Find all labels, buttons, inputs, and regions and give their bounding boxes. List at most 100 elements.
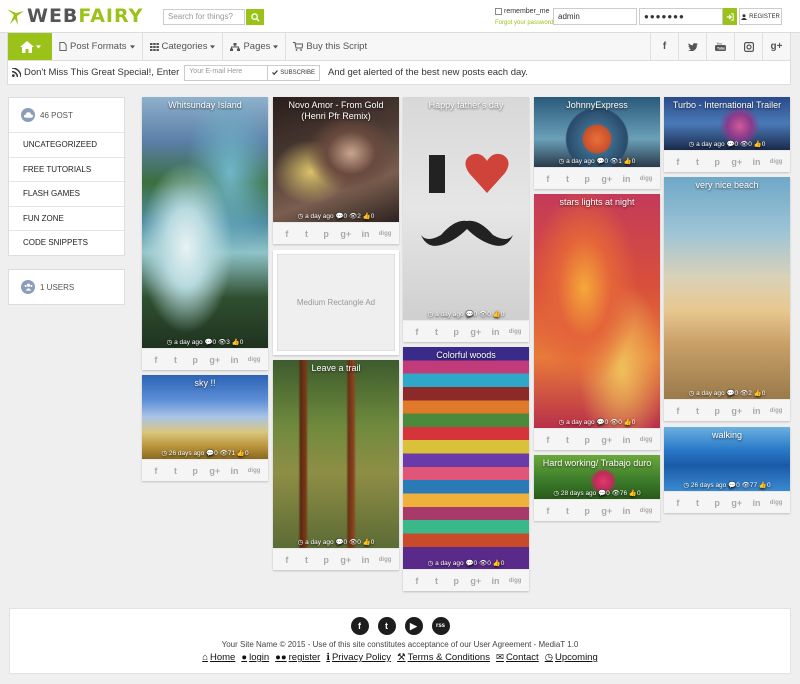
facebook-share-icon[interactable]: f [410,327,424,337]
nav-post-formats[interactable]: Post Formats [52,33,143,60]
nav-home-button[interactable] [8,33,52,60]
twitter-icon[interactable] [678,33,706,60]
forgot-password-link[interactable]: Forgot your password ? [495,20,558,26]
login-button[interactable] [723,8,737,25]
post-title[interactable]: stars lights at night [534,197,660,208]
post-card[interactable]: Hard working/ Trabajo duro ◷ 28 days ago… [534,455,660,521]
facebook-share-icon[interactable]: f [280,229,294,239]
pinterest-share-icon[interactable]: p [319,229,333,239]
footer-link-register[interactable]: ●● register [275,652,320,663]
rss-icon[interactable]: rss [431,617,450,635]
linkedin-share-icon[interactable]: in [749,406,763,416]
facebook-icon[interactable]: f [350,617,369,635]
digg-share-icon[interactable]: digg [508,578,522,584]
twitter-icon[interactable]: t [377,617,396,635]
post-card[interactable]: Leave a trail ◷ a day ago 💬0 👁0 👍0 f t p… [273,360,399,570]
search-button[interactable] [246,9,264,25]
post-thumbnail[interactable]: sky !! ◷ 26 days ago 💬0 👁71 👍0 [142,375,268,459]
footer-link-home[interactable]: ⌂ Home [202,652,235,663]
google-plus-share-icon[interactable]: g+ [339,555,353,565]
post-title[interactable]: Turbo - International Trailer [664,100,790,111]
facebook-share-icon[interactable]: f [671,498,685,508]
twitter-share-icon[interactable]: t [299,229,313,239]
linkedin-share-icon[interactable]: in [488,576,502,586]
google-plus-share-icon[interactable]: g+ [469,576,483,586]
post-thumbnail[interactable]: walking ◷ 26 days ago 💬0 👁77 👍0 [664,427,790,491]
linkedin-share-icon[interactable]: in [358,229,372,239]
twitter-share-icon[interactable]: t [690,498,704,508]
pinterest-share-icon[interactable]: p [319,555,333,565]
footer-link-contact[interactable]: ✉ Contact [496,652,539,663]
twitter-share-icon[interactable]: t [690,157,704,167]
google-plus-share-icon[interactable]: g+ [339,229,353,239]
facebook-share-icon[interactable]: f [671,157,685,167]
nav-categories[interactable]: Categories [143,33,224,60]
twitter-share-icon[interactable]: t [560,174,574,184]
google-plus-share-icon[interactable]: g+ [469,327,483,337]
post-card[interactable]: JohnnyExpress ◷ a day ago 💬0 👁1 👍0 f t p… [534,97,660,189]
pinterest-share-icon[interactable]: p [188,466,202,476]
digg-share-icon[interactable]: digg [247,468,261,474]
category-item[interactable]: UNCATEGORIZEED [9,132,124,157]
post-card[interactable]: very nice beach ◷ a day ago 💬0 👁2 👍0 f t… [664,177,790,421]
facebook-share-icon[interactable]: f [671,406,685,416]
post-thumbnail[interactable]: stars lights at night ◷ a day ago 💬0 👁0 … [534,194,660,428]
medium-rectangle-ad[interactable]: Medium Rectangle Ad [273,250,399,355]
linkedin-share-icon[interactable]: in [227,466,241,476]
digg-share-icon[interactable]: digg [769,408,783,414]
username-input[interactable]: admin [553,8,637,25]
post-title[interactable]: JohnnyExpress [534,100,660,111]
youtube-icon[interactable]: You Tube [706,33,734,60]
post-thumbnail[interactable]: Whitsunday Island ◷ a day ago 💬0 👁3 👍0 [142,97,268,348]
youtube-icon[interactable]: ▶ [404,617,423,635]
post-card[interactable]: Novo Amor - From Gold (Henri Pfr Remix) … [273,97,399,244]
post-card[interactable]: Whitsunday Island ◷ a day ago 💬0 👁3 👍0 f… [142,97,268,370]
twitter-share-icon[interactable]: t [560,435,574,445]
remember-me-checkbox[interactable]: remember_me [495,8,550,15]
post-thumbnail[interactable]: Turbo - International Trailer ◷ a day ag… [664,97,790,150]
facebook-share-icon[interactable]: f [541,435,555,445]
post-title[interactable]: Whitsunday Island [142,100,268,111]
facebook-share-icon[interactable]: f [410,576,424,586]
post-card[interactable]: Turbo - International Trailer ◷ a day ag… [664,97,790,172]
footer-link-privacy[interactable]: ℹ Privacy Policy [326,652,391,663]
twitter-share-icon[interactable]: t [168,355,182,365]
facebook-share-icon[interactable]: f [149,355,163,365]
post-card[interactable]: Colorful woods ◷ a day ago 💬0 👁0 👍0 f t … [403,347,529,591]
post-title[interactable]: Leave a trail [273,363,399,374]
checkbox-box[interactable] [495,8,502,15]
google-plus-share-icon[interactable]: g+ [730,498,744,508]
post-thumbnail[interactable]: JohnnyExpress ◷ a day ago 💬0 👁1 👍0 [534,97,660,167]
google-plus-share-icon[interactable]: g+ [600,506,614,516]
pinterest-share-icon[interactable]: p [449,576,463,586]
facebook-share-icon[interactable]: f [149,466,163,476]
digg-share-icon[interactable]: digg [378,557,392,563]
footer-link-upcoming[interactable]: ◷ Upcoming [545,652,598,663]
post-title[interactable]: very nice beach [664,180,790,191]
post-thumbnail[interactable]: Hard working/ Trabajo duro ◷ 28 days ago… [534,455,660,499]
digg-share-icon[interactable]: digg [378,231,392,237]
post-card[interactable]: sky !! ◷ 26 days ago 💬0 👁71 👍0 f t p g+ … [142,375,268,481]
linkedin-share-icon[interactable]: in [358,555,372,565]
google-plus-share-icon[interactable]: g+ [208,355,222,365]
post-thumbnail[interactable]: Leave a trail ◷ a day ago 💬0 👁0 👍0 [273,360,399,548]
twitter-share-icon[interactable]: t [429,327,443,337]
google-plus-icon[interactable]: g+ [762,33,790,60]
google-plus-share-icon[interactable]: g+ [208,466,222,476]
linkedin-share-icon[interactable]: in [488,327,502,337]
post-thumbnail[interactable]: very nice beach ◷ a day ago 💬0 👁2 👍0 [664,177,790,399]
category-item[interactable]: CODE SNIPPETS [9,230,124,255]
digg-share-icon[interactable]: digg [639,508,653,514]
pinterest-share-icon[interactable]: p [449,327,463,337]
post-title[interactable]: Novo Amor - From Gold (Henri Pfr Remix) [273,100,399,122]
footer-link-login[interactable]: ● login [241,652,269,663]
digg-share-icon[interactable]: digg [769,159,783,165]
post-title[interactable]: walking [664,430,790,441]
twitter-share-icon[interactable]: t [429,576,443,586]
pinterest-share-icon[interactable]: p [710,498,724,508]
instagram-icon[interactable] [734,33,762,60]
post-title[interactable]: Hard working/ Trabajo duro [534,458,660,469]
linkedin-share-icon[interactable]: in [227,355,241,365]
google-plus-share-icon[interactable]: g+ [730,157,744,167]
post-card[interactable]: stars lights at night ◷ a day ago 💬0 👁0 … [534,194,660,450]
